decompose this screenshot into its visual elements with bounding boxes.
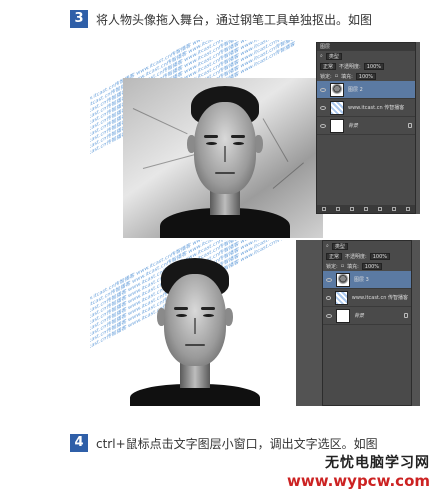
layer-row-text[interactable]: www.itcast.cn 传智播客 <box>323 289 411 307</box>
layer-row-text[interactable]: www.itcast.cn 传智播客 <box>317 99 415 117</box>
layer-thumbnail[interactable] <box>336 272 350 287</box>
layer-row-background[interactable]: 背景 <box>317 117 415 135</box>
opacity-label: 不透明度: <box>339 63 361 70</box>
kind-filter-select[interactable]: 类型 <box>325 52 342 60</box>
step-instruction: 将人物头像拖入舞台，通过钢笔工具单独抠出。如图 <box>96 12 373 27</box>
canvas-pasteboard <box>296 240 322 406</box>
visibility-eye-icon[interactable] <box>320 123 326 128</box>
blend-mode-select[interactable]: 正常 <box>326 252 343 260</box>
search-icon: ⌕ <box>320 53 323 59</box>
fill-label: 填充: <box>347 263 359 270</box>
fill-label: 填充: <box>341 73 353 80</box>
watermark-url: www.wypcw.com <box>287 472 430 489</box>
step-number-badge: 4 <box>70 434 88 452</box>
panel-scrollbar[interactable] <box>416 42 420 214</box>
photoshop-screenshot-1: www.itcast.cn传智播客 www.itcast.cn传智播客 www.… <box>90 40 420 238</box>
panel-scrollbar[interactable] <box>412 240 420 406</box>
visibility-eye-icon[interactable] <box>326 277 332 282</box>
fill-input[interactable]: 100% <box>355 72 377 80</box>
layers-panel-footer <box>317 205 415 213</box>
layer-name[interactable]: www.itcast.cn 传智播客 <box>348 104 404 111</box>
folder-icon[interactable] <box>378 207 382 211</box>
photoshop-screenshot-2: www.itcast.cn传智播客 www.itcast.cn传智播客 www.… <box>90 240 420 406</box>
adjustment-icon[interactable] <box>364 207 368 211</box>
layer-name[interactable]: 图层 2 <box>348 86 363 93</box>
lock-label: 锁定: <box>326 263 338 270</box>
opacity-input[interactable]: 100% <box>369 252 390 260</box>
layer-row-person[interactable]: 图层 3 <box>323 271 411 289</box>
portrait-photo <box>160 80 290 238</box>
layer-name[interactable]: 背景 <box>354 312 364 319</box>
layers-panel: ⌕ 类型 正常 不透明度: 100% 锁定: ▫ 填充: 100% 图层 3 w… <box>322 240 412 406</box>
lock-icon <box>408 123 412 128</box>
visibility-eye-icon[interactable] <box>326 313 332 318</box>
mask-icon[interactable] <box>350 207 354 211</box>
link-icon[interactable] <box>322 207 326 211</box>
opacity-label: 不透明度: <box>345 253 367 260</box>
layers-panel: 图层 ⌕ 类型 正常 不透明度: 100% 锁定: ▫ 填充: 100% 图层 … <box>316 42 416 214</box>
visibility-eye-icon[interactable] <box>326 295 332 300</box>
layer-thumbnail[interactable] <box>330 100 344 115</box>
kind-filter-select[interactable]: 类型 <box>331 242 348 250</box>
layer-thumbnail[interactable] <box>336 308 350 323</box>
step-4-heading: 4 ctrl+鼠标点击文字图层小窗口，调出文字选区。如图 <box>70 434 378 452</box>
layer-thumbnail[interactable] <box>330 118 344 133</box>
search-icon: ⌕ <box>326 243 329 249</box>
lock-icon[interactable]: ▫ <box>341 263 344 269</box>
step-number-badge: 3 <box>70 10 88 28</box>
layer-name[interactable]: 背景 <box>348 122 358 129</box>
trash-icon[interactable] <box>406 207 410 211</box>
layer-thumbnail[interactable] <box>335 290 348 305</box>
lock-label: 锁定: <box>320 73 332 80</box>
layer-name[interactable]: 图层 3 <box>354 276 369 283</box>
layer-thumbnail[interactable] <box>330 82 344 97</box>
layer-row-person[interactable]: 图层 2 <box>317 81 415 99</box>
lock-icon[interactable]: ▫ <box>335 73 338 79</box>
layer-row-background[interactable]: 背景 <box>323 307 411 325</box>
step-3-heading: 3 将人物头像拖入舞台，通过钢笔工具单独抠出。如图 <box>70 10 372 28</box>
layer-name[interactable]: www.itcast.cn 传智播客 <box>352 294 408 301</box>
visibility-eye-icon[interactable] <box>320 87 326 92</box>
site-watermark: 无忧电脑学习网 www.wypcw.com <box>287 452 430 489</box>
visibility-eye-icon[interactable] <box>320 105 326 110</box>
blend-mode-select[interactable]: 正常 <box>320 62 337 70</box>
fill-input[interactable]: 100% <box>361 262 383 270</box>
fx-icon[interactable] <box>336 207 340 211</box>
watermark-title: 无忧电脑学习网 <box>325 455 430 471</box>
lock-icon <box>404 313 408 318</box>
layers-panel-tab[interactable]: 图层 <box>317 43 415 51</box>
new-layer-icon[interactable] <box>392 207 396 211</box>
step-instruction: ctrl+鼠标点击文字图层小窗口，调出文字选区。如图 <box>96 436 378 451</box>
cutout-portrait <box>130 254 260 406</box>
opacity-input[interactable]: 100% <box>363 62 384 70</box>
